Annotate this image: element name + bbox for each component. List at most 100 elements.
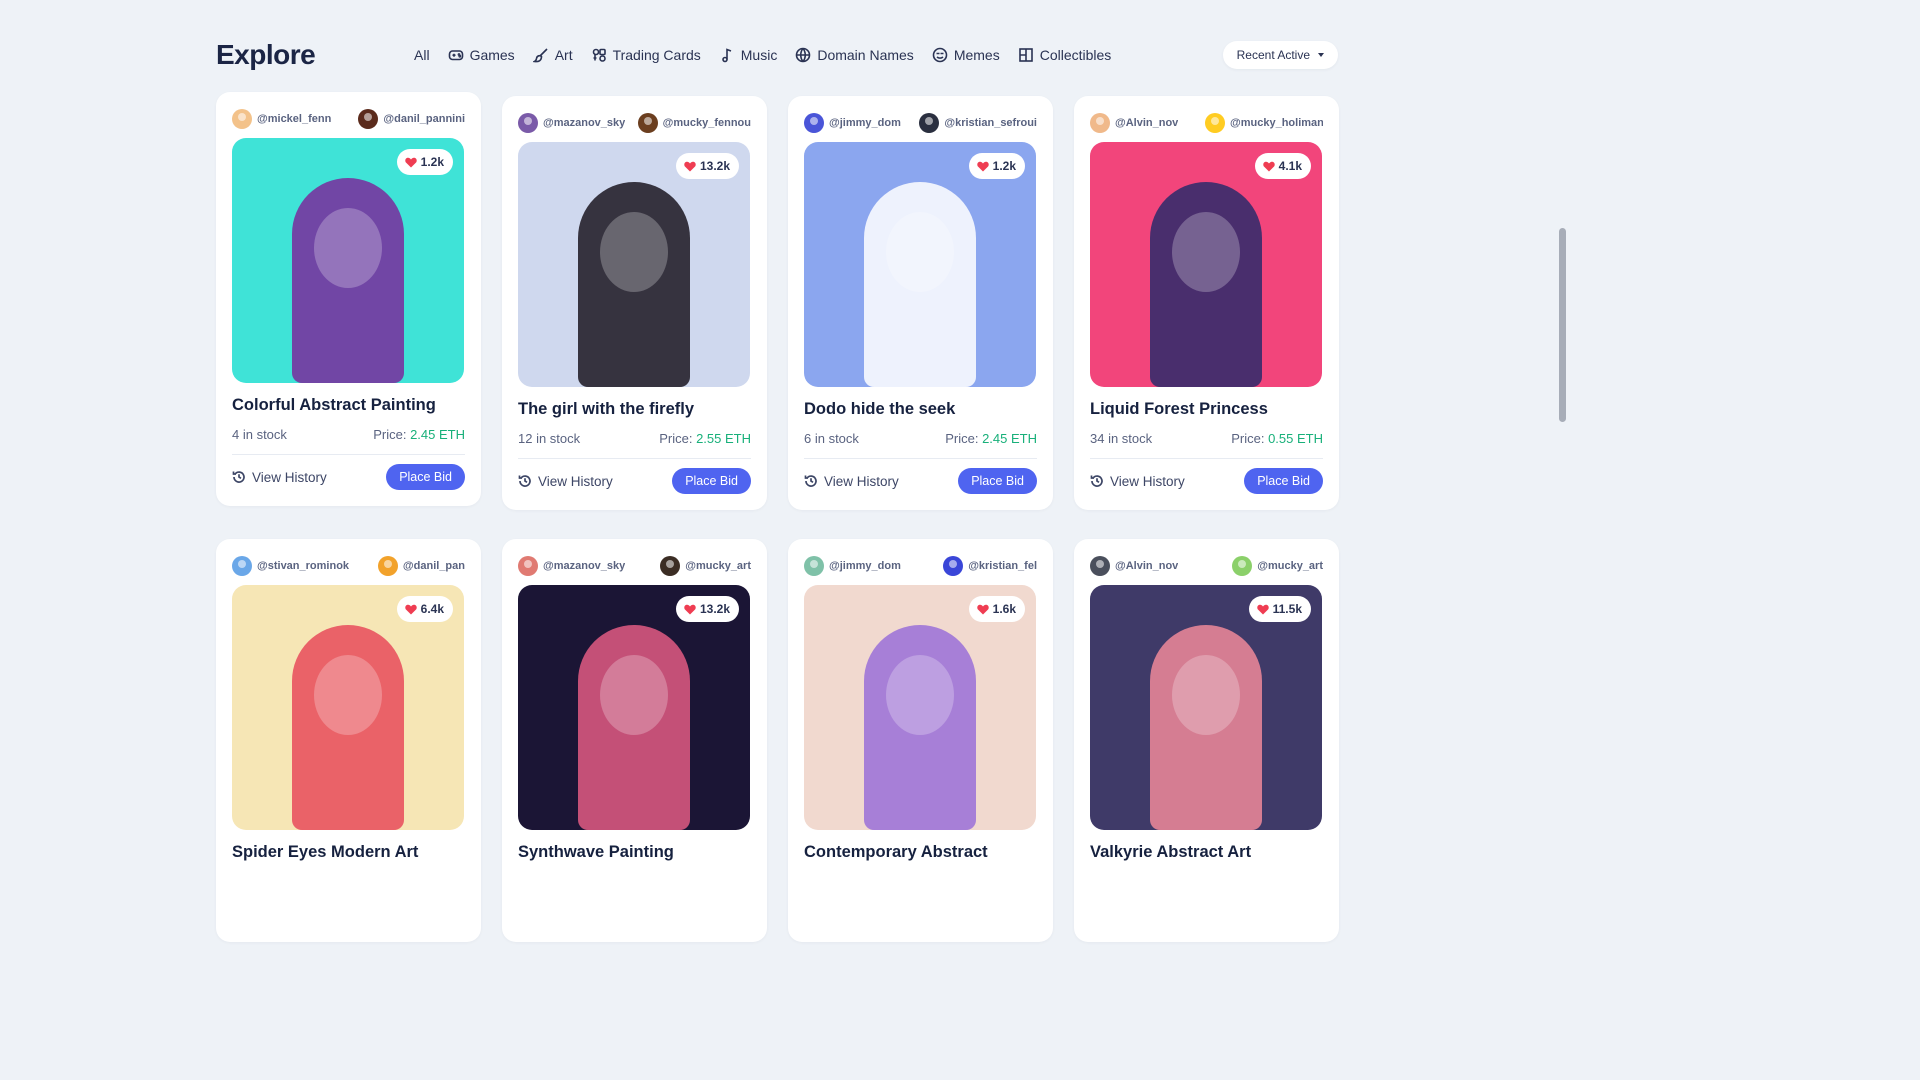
owner-collector[interactable]: @mucky_art (660, 556, 751, 576)
likes-count: 13.2k (699, 602, 730, 616)
artwork-meta: 34 in stock Price: 0.55 ETH (1090, 431, 1323, 447)
likes-badge[interactable]: 13.2k (675, 596, 739, 622)
owner-collector[interactable]: @mucky_holiman (1205, 113, 1323, 133)
artwork-image[interactable]: 1.2k (232, 138, 464, 383)
view-history-link[interactable]: View History (804, 474, 899, 489)
avatar (804, 113, 824, 133)
view-history-link[interactable]: View History (518, 474, 613, 489)
likes-badge[interactable]: 1.2k (396, 149, 453, 175)
price-value: 2.55 ETH (696, 431, 751, 446)
nft-card[interactable]: @mickel_fenn @danil_pannini 1.2k Colorfu… (216, 92, 481, 506)
history-icon (232, 471, 245, 483)
owner-collector[interactable]: @mucky_fennou (637, 113, 751, 133)
owner-handle: @kristian_fel (968, 560, 1037, 572)
owner-creator[interactable]: @mazanov_sky (518, 556, 625, 576)
artwork-title: Dodo hide the seek (804, 400, 956, 418)
price-prefix: Price: (1231, 431, 1269, 446)
owner-creator[interactable]: @jimmy_dom (804, 113, 901, 133)
nft-card[interactable]: @jimmy_dom @kristian_fel 1.6k Contempora… (788, 539, 1053, 942)
owner-handle: @Alvin_nov (1115, 117, 1179, 129)
artwork-detail (886, 212, 954, 292)
nft-card[interactable]: @Alvin_nov @mucky_holiman 4.1k Liquid Fo… (1074, 96, 1339, 510)
likes-badge[interactable]: 1.6k (968, 596, 1025, 622)
owner-handle: @danil_pan (402, 560, 465, 572)
likes-count: 4.1k (1278, 159, 1302, 173)
avatar (358, 109, 379, 129)
place-bid-button[interactable]: Place Bid (386, 464, 465, 490)
owner-handle: @mucky_art (1257, 560, 1323, 572)
nft-card[interactable]: @stivan_rominok @danil_pan 6.4k Spider E… (216, 539, 481, 942)
likes-badge[interactable]: 11.5k (1248, 596, 1311, 622)
owner-creator[interactable]: @mickel_fenn (232, 109, 331, 129)
card-owners: @Alvin_nov @mucky_art (1090, 556, 1323, 576)
place-bid-button[interactable]: Place Bid (958, 468, 1037, 494)
owner-handle: @stivan_rominok (257, 560, 350, 572)
place-bid-button[interactable]: Place Bid (672, 468, 751, 494)
artwork-title: Valkyrie Abstract Art (1090, 843, 1252, 861)
view-history-link[interactable]: View History (1090, 474, 1185, 489)
scrollbar-thumb[interactable] (1559, 228, 1566, 422)
likes-badge[interactable]: 6.4k (396, 596, 453, 622)
artwork-detail (886, 655, 954, 735)
card-owners: @jimmy_dom @kristian_fel (804, 556, 1037, 576)
owner-collector[interactable]: @danil_pan (377, 556, 465, 576)
avatar (1090, 113, 1110, 133)
likes-badge[interactable]: 1.2k (968, 153, 1025, 179)
divider (1090, 458, 1323, 459)
price: Price: 2.45 ETH (373, 427, 465, 443)
nft-card[interactable]: @mazanov_sky @mucky_art 13.2k Synthwave … (502, 539, 767, 942)
avatar (518, 113, 538, 133)
owner-handle: @mucky_fennou (662, 117, 751, 129)
heart-icon (1256, 604, 1269, 614)
owner-creator[interactable]: @mazanov_sky (518, 113, 625, 133)
nft-card[interactable]: @mazanov_sky @mucky_fennou 13.2k The gir… (502, 96, 767, 510)
artwork-image[interactable]: 1.6k (804, 585, 1036, 830)
owner-collector[interactable]: @danil_pannini (358, 109, 465, 129)
owner-creator[interactable]: @jimmy_dom (804, 556, 901, 576)
avatar (637, 113, 658, 133)
artwork-image[interactable]: 6.4k (232, 585, 464, 830)
stock-count: 6 in stock (804, 431, 859, 446)
owner-handle: @mucky_art (685, 560, 751, 572)
price-value: 2.45 ETH (982, 431, 1037, 446)
stock-count: 34 in stock (1090, 431, 1153, 446)
owner-handle: @mazanov_sky (543, 117, 626, 129)
artwork-image[interactable]: 1.2k (804, 142, 1036, 387)
avatar (232, 556, 252, 576)
artwork-title: The girl with the firefly (518, 400, 695, 418)
view-history-link[interactable]: View History (232, 470, 327, 485)
owner-collector[interactable]: @kristian_sefroui (919, 113, 1037, 133)
heart-icon (684, 161, 696, 171)
history-icon (1090, 475, 1103, 487)
artwork-detail (1172, 655, 1240, 735)
card-owners: @mazanov_sky @mucky_fennou (518, 113, 751, 133)
artwork-image[interactable]: 13.2k (518, 142, 750, 387)
owner-collector[interactable]: @mucky_art (1232, 556, 1323, 576)
place-bid-button[interactable]: Place Bid (1244, 468, 1323, 494)
owner-collector[interactable]: @kristian_fel (943, 556, 1037, 576)
history-icon (518, 475, 531, 487)
owner-handle: @jimmy_dom (829, 117, 901, 129)
artwork-title: Spider Eyes Modern Art (232, 843, 419, 861)
price-prefix: Price: (373, 427, 411, 442)
nft-card[interactable]: @Alvin_nov @mucky_art 11.5k Valkyrie Abs… (1074, 539, 1339, 942)
artwork-image[interactable]: 4.1k (1090, 142, 1322, 387)
artwork-title: Synthwave Painting (518, 843, 674, 861)
likes-badge[interactable]: 13.2k (675, 153, 739, 179)
owner-creator[interactable]: @Alvin_nov (1090, 556, 1178, 576)
owner-creator[interactable]: @Alvin_nov (1090, 113, 1178, 133)
owner-creator[interactable]: @stivan_rominok (232, 556, 349, 576)
card-owners: @Alvin_nov @mucky_holiman (1090, 113, 1323, 133)
artwork-image[interactable]: 11.5k (1090, 585, 1322, 830)
nft-card[interactable]: @jimmy_dom @kristian_sefroui 1.2k Dodo h… (788, 96, 1053, 510)
likes-badge[interactable]: 4.1k (1254, 153, 1311, 179)
stock-count: 4 in stock (232, 427, 287, 442)
heart-icon (976, 161, 989, 171)
artwork-title: Liquid Forest Princess (1090, 400, 1268, 418)
card-owners: @mickel_fenn @danil_pannini (232, 109, 465, 129)
owner-handle: @danil_pannini (383, 113, 465, 125)
artwork-image[interactable]: 13.2k (518, 585, 750, 830)
stock-count: 12 in stock (518, 431, 581, 446)
avatar (377, 556, 398, 576)
avatar (804, 556, 824, 576)
